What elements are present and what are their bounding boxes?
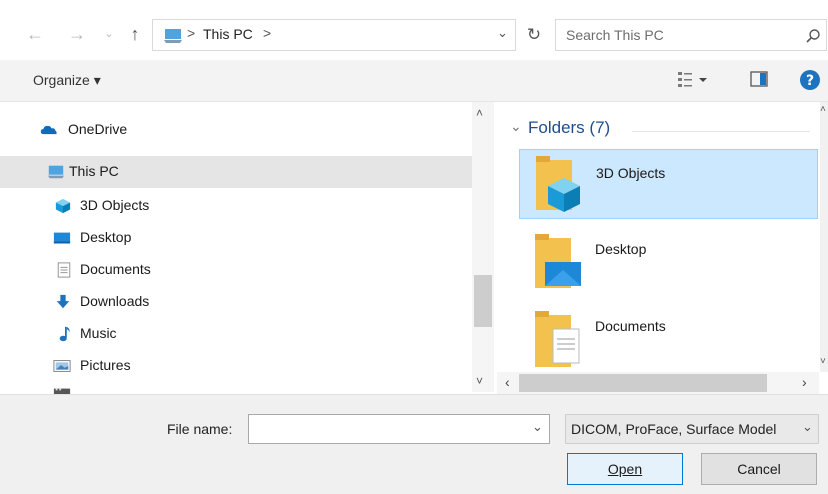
- folder-label: 3D Objects: [596, 165, 666, 181]
- computer-icon: [164, 29, 182, 43]
- cancel-button[interactable]: Cancel: [701, 453, 817, 485]
- folder-documents-icon: [535, 311, 580, 367]
- file-name-label: File name:: [167, 421, 233, 437]
- desktop-icon: [53, 232, 71, 244]
- open-button-label: Open: [607, 461, 643, 477]
- sidebar-item-label: This PC: [69, 163, 119, 179]
- breadcrumb-separator-end[interactable]: >: [263, 25, 271, 41]
- recent-dropdown-button[interactable]: ⌄: [98, 22, 120, 46]
- music-icon: [59, 326, 70, 342]
- cancel-button-label: Cancel: [737, 461, 781, 477]
- svg-text:?: ?: [806, 73, 814, 89]
- content-scrollbar[interactable]: [820, 102, 828, 372]
- organize-button[interactable]: Organize ▾: [33, 72, 101, 89]
- refresh-button[interactable]: ↻: [520, 22, 548, 48]
- up-button[interactable]: ↑: [124, 22, 146, 46]
- file-name-field[interactable]: ⌄: [248, 414, 550, 444]
- folder-3d-objects-icon: [536, 156, 580, 212]
- file-type-select[interactable]: DICOM, ProFace, Surface Model ⌄: [565, 414, 819, 444]
- sidebar-scroll-up-icon[interactable]: ˄: [476, 106, 483, 120]
- command-bar: Organize ▾ ?: [0, 60, 828, 102]
- sidebar-item-onedrive[interactable]: OneDrive: [0, 114, 472, 146]
- sidebar-scrollbar[interactable]: [472, 102, 494, 392]
- sidebar-item-label: Pictures: [80, 357, 131, 373]
- scroll-right-icon[interactable]: ›: [802, 374, 807, 390]
- content-scroll-down-icon[interactable]: ˅: [820, 356, 826, 367]
- file-name-dropdown-icon[interactable]: ⌄: [532, 419, 543, 435]
- folders-collapse-icon[interactable]: ⌄: [510, 118, 522, 135]
- folder-tile-documents[interactable]: Documents: [519, 303, 818, 371]
- folder-tile-desktop[interactable]: Desktop: [519, 226, 818, 296]
- document-icon: [57, 262, 71, 278]
- breadcrumb-separator: >: [187, 25, 196, 41]
- video-icon: [53, 388, 71, 394]
- forward-button[interactable]: →: [66, 22, 88, 46]
- group-divider: [632, 131, 810, 132]
- sidebar-item-label: Documents: [80, 261, 151, 277]
- horizontal-scrollbar-thumb[interactable]: [519, 374, 767, 392]
- sidebar-scrollbar-thumb[interactable]: [474, 275, 492, 327]
- sidebar-item-music[interactable]: Music: [0, 318, 472, 350]
- content-scroll-up-icon[interactable]: ˄: [820, 104, 826, 115]
- open-button[interactable]: Open: [567, 453, 683, 485]
- back-button[interactable]: ←: [24, 22, 46, 46]
- sidebar-item-label: Desktop: [80, 229, 132, 245]
- sidebar-item-label: OneDrive: [68, 121, 128, 137]
- search-icon: [806, 29, 820, 43]
- breadcrumb-this-pc[interactable]: This PC: [203, 26, 253, 42]
- sidebar-item-label: Music: [80, 325, 117, 341]
- help-icon[interactable]: ?: [799, 69, 821, 91]
- sidebar-item-videos-partial[interactable]: [0, 382, 472, 394]
- sidebar-item-3d-objects[interactable]: 3D Objects: [0, 190, 472, 222]
- download-icon: [56, 294, 70, 309]
- sidebar-item-label: 3D Objects: [80, 197, 150, 213]
- pictures-icon: [53, 360, 71, 372]
- folder-desktop-icon: [535, 234, 581, 288]
- file-type-dropdown-icon[interactable]: ⌄: [802, 419, 813, 435]
- preview-pane-icon[interactable]: [750, 71, 768, 87]
- sidebar-item-desktop[interactable]: Desktop: [0, 222, 472, 254]
- folder-label: Desktop: [595, 241, 647, 257]
- cube-icon: [55, 198, 71, 214]
- cloud-icon: [40, 125, 57, 135]
- search-input[interactable]: Search This PC: [566, 27, 664, 43]
- address-dropdown-icon[interactable]: ⌄: [497, 25, 508, 41]
- scroll-left-icon[interactable]: ‹: [505, 374, 510, 390]
- computer-icon: [47, 165, 65, 179]
- sidebar-item-label: Downloads: [80, 293, 150, 309]
- folder-label: Documents: [595, 318, 666, 334]
- search-box[interactable]: Search This PC: [555, 19, 827, 51]
- view-options-icon[interactable]: [676, 70, 708, 90]
- folder-tile-3d-objects[interactable]: 3D Objects: [519, 149, 818, 219]
- sidebar-scroll-down-icon[interactable]: ˅: [476, 374, 483, 388]
- sidebar-item-documents[interactable]: Documents: [0, 254, 472, 286]
- sidebar-item-this-pc[interactable]: This PC: [0, 156, 472, 188]
- sidebar-item-pictures[interactable]: Pictures: [0, 350, 472, 382]
- address-bar[interactable]: > This PC > ⌄: [152, 19, 516, 51]
- folders-group-header[interactable]: Folders (7): [528, 118, 610, 138]
- sidebar-item-downloads[interactable]: Downloads: [0, 286, 472, 318]
- file-type-value: DICOM, ProFace, Surface Model: [571, 421, 777, 437]
